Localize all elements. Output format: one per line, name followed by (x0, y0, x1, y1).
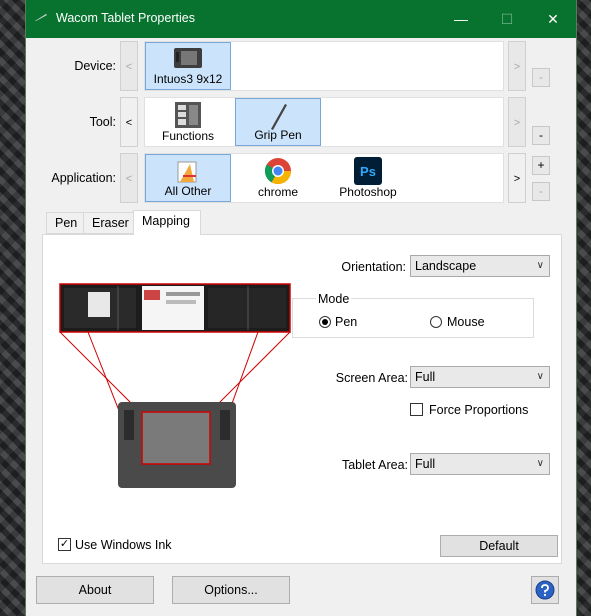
tablet-area-label: Tablet Area: (341, 458, 408, 472)
device-label: Device: (74, 59, 116, 73)
functions-icon (175, 102, 201, 128)
default-button[interactable]: Default (440, 535, 558, 557)
application-remove-button[interactable]: - (532, 182, 550, 201)
help-icon (535, 580, 555, 600)
tablet-properties-window: Wacom Tablet Properties — ☐ ✕ Device: < … (26, 0, 576, 616)
force-proportions-checkbox[interactable] (410, 403, 423, 416)
tab-pen[interactable]: Pen (46, 212, 87, 234)
tab-mapping[interactable]: Mapping (133, 210, 201, 235)
window-title: Wacom Tablet Properties (56, 11, 195, 25)
tool-label: Tool: (89, 115, 116, 129)
tool-remove-button[interactable]: - (532, 126, 550, 145)
help-button[interactable] (531, 576, 559, 604)
all-apps-icon (177, 161, 197, 183)
screen-preview (59, 283, 291, 333)
grip-pen-icon (271, 104, 287, 130)
device-strip: Intuos3 9x12 (144, 41, 504, 91)
tool-tile-label: Functions (161, 129, 215, 143)
mapping-illustration (59, 283, 291, 488)
device-scroll-right-button[interactable]: > (508, 41, 526, 91)
force-proportions-label: Force Proportions (429, 403, 529, 417)
minimize-button[interactable]: — (438, 0, 484, 38)
wacom-pen-icon (35, 14, 47, 21)
orientation-label: Orientation: (341, 260, 406, 274)
tool-strip: Functions Grip Pen (144, 97, 504, 147)
screen-area-value: Full (415, 370, 436, 384)
device-scroll-left-button[interactable]: < (120, 41, 138, 91)
chevron-down-icon: ∨ (536, 458, 544, 469)
device-tile-label: Intuos3 9x12 (153, 72, 223, 86)
mode-pen-label: Pen (335, 315, 358, 329)
title-bar: Wacom Tablet Properties — ☐ ✕ (26, 0, 576, 38)
use-windows-ink-label: Use Windows Ink (75, 538, 172, 552)
application-scroll-right-button[interactable]: > (508, 153, 526, 203)
use-windows-ink-checkbox[interactable]: ✓ (58, 538, 71, 551)
close-button[interactable]: ✕ (530, 0, 576, 38)
tool-tile-label: Grip Pen (254, 128, 302, 142)
tab-eraser[interactable]: Eraser (83, 212, 138, 234)
application-label: Application: (51, 171, 116, 185)
mapping-line-left (59, 331, 141, 413)
photoshop-icon-text: Ps (360, 164, 376, 179)
about-button[interactable]: About (36, 576, 154, 604)
application-tile-chrome[interactable]: chrome (235, 154, 321, 202)
application-add-button[interactable]: + (532, 156, 550, 175)
chevron-down-icon: ∨ (536, 260, 544, 271)
tablet-area-dropdown[interactable]: Full ∨ (410, 453, 550, 475)
tablet-preview (118, 402, 236, 488)
maximize-button[interactable]: ☐ (484, 0, 530, 38)
mode-pen-radio[interactable] (319, 316, 331, 328)
orientation-value: Landscape (415, 259, 477, 273)
application-tile-label: All Other (164, 184, 212, 198)
screen-area-dropdown[interactable]: Full ∨ (410, 366, 550, 388)
mode-mouse-radio[interactable] (430, 316, 442, 328)
chrome-icon (264, 158, 292, 185)
screen-area-label: Screen Area: (335, 371, 408, 385)
tool-tile-functions[interactable]: Functions (145, 98, 231, 146)
mode-mouse-label: Mouse (447, 315, 485, 329)
tool-tile-grip-pen[interactable]: Grip Pen (235, 98, 321, 146)
device-remove-button[interactable]: - (532, 68, 550, 87)
mode-title: Mode (316, 292, 352, 306)
tablet-icon (174, 48, 202, 68)
application-strip: All Other chrome Ps Photoshop (144, 153, 504, 203)
application-scroll-left-button[interactable]: < (120, 153, 138, 203)
options-button[interactable]: Options... (172, 576, 290, 604)
tool-scroll-right-button[interactable]: > (508, 97, 526, 147)
application-tile-label: Photoshop (339, 185, 397, 199)
orientation-dropdown[interactable]: Landscape ∨ (410, 255, 550, 277)
mapping-line-right (209, 331, 291, 413)
application-tile-photoshop[interactable]: Ps Photoshop (325, 154, 411, 202)
tablet-area-value: Full (415, 457, 436, 471)
application-tile-all-other[interactable]: All Other (145, 154, 231, 202)
device-tile-intuos3[interactable]: Intuos3 9x12 (145, 42, 231, 90)
application-tile-label: chrome (257, 185, 298, 199)
photoshop-icon: Ps (354, 157, 382, 185)
chevron-down-icon: ∨ (536, 371, 544, 382)
tool-scroll-left-button[interactable]: < (120, 97, 138, 147)
